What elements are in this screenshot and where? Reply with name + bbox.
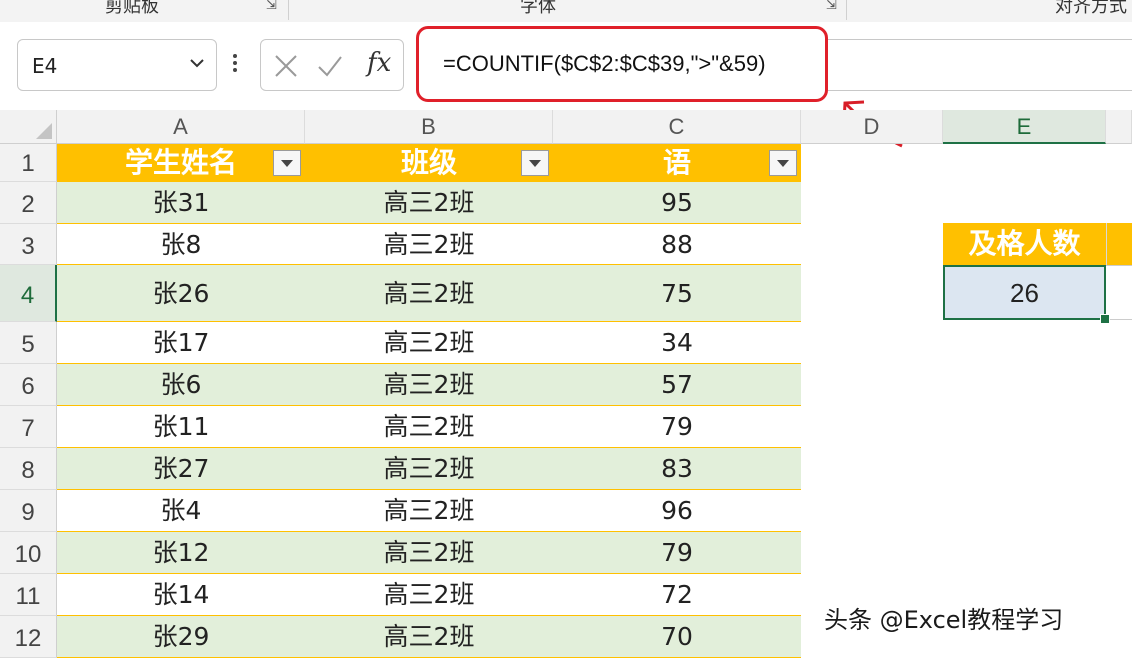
header-cell-student-name[interactable]: 学生姓名 [57,144,305,182]
header-cell-class[interactable]: 班级 [305,144,553,182]
column-header-a[interactable]: A [57,110,305,144]
table-cell-class[interactable]: 高三2班 [305,532,553,574]
summary-header-cell[interactable]: 及格人数 [943,223,1106,265]
dialog-launcher-icon[interactable]: ⇲ [826,0,837,13]
table-cell-class[interactable]: 高三2班 [305,448,553,490]
filter-dropdown-icon[interactable] [769,150,797,176]
column-header-f[interactable] [1106,110,1132,144]
table-cell-class[interactable]: 高三2班 [305,265,553,322]
formula-text: =COUNTIF($C$2:$C$39,">"&59) [443,51,766,76]
table-cell-class[interactable]: 高三2班 [305,224,553,265]
table-cell-name[interactable]: 张14 [57,574,305,616]
table-cell-name[interactable]: 张27 [57,448,305,490]
row-header[interactable]: 4 [0,265,57,322]
ribbon-separator [288,0,289,20]
dialog-launcher-icon[interactable]: ⇲ [266,0,277,13]
name-box-value: E4 [32,54,58,78]
filter-dropdown-icon[interactable] [521,150,549,176]
ribbon-group-font: 字体 [520,0,556,17]
column-header-e[interactable]: E [943,110,1106,144]
row-header[interactable]: 10 [0,532,57,574]
table-cell-name[interactable]: 张8 [57,224,305,265]
formula-buttons: fx [260,39,404,91]
formula-input-highlight[interactable]: =COUNTIF($C$2:$C$39,">"&59) [416,26,828,102]
header-label-chinese: 语 [662,146,691,179]
insert-function-icon[interactable]: fx [367,48,391,78]
table-cell-score[interactable]: 72 [553,574,801,616]
row-header[interactable]: 3 [0,224,57,265]
fill-handle[interactable] [1100,314,1110,324]
x-icon[interactable] [273,53,299,79]
row-header-1[interactable]: 1 [0,144,57,182]
table-cell-class[interactable]: 高三2班 [305,322,553,364]
table-cell-score[interactable]: 34 [553,322,801,364]
column-header-d[interactable]: D [801,110,943,144]
table-cell-name[interactable]: 张12 [57,532,305,574]
row-header[interactable]: 9 [0,490,57,532]
table-cell-name[interactable]: 张26 [57,265,305,322]
table-cell-class[interactable]: 高三2班 [305,182,553,224]
header-label-class: 班级 [400,146,457,179]
summary-value-cell-next[interactable] [1106,265,1132,320]
table-cell-score[interactable]: 88 [553,224,801,265]
more-options-icon[interactable] [232,52,238,76]
table-cell-name[interactable]: 张11 [57,406,305,448]
name-box[interactable]: E4 [17,39,217,91]
table-cell-score[interactable]: 79 [553,406,801,448]
table-cell-class[interactable]: 高三2班 [305,364,553,406]
table-cell-score[interactable]: 96 [553,490,801,532]
summary-value-cell[interactable]: 26 [943,265,1106,320]
watermark: 头条 @Excel教程学习 [824,606,1064,634]
table-cell-name[interactable]: 张4 [57,490,305,532]
row-header[interactable]: 5 [0,322,57,364]
table-cell-score[interactable]: 83 [553,448,801,490]
formula-bar: E4 fx =COUNTIF($C$2:$C$39,">"&59) [0,22,1132,110]
row-header[interactable]: 6 [0,364,57,406]
row-header[interactable]: 2 [0,182,57,224]
row-header[interactable]: 11 [0,574,57,616]
select-all-corner[interactable] [0,110,57,144]
formula-input-border [828,39,1132,91]
ribbon-separator [846,0,847,20]
table-cell-name[interactable]: 张17 [57,322,305,364]
chevron-down-icon[interactable] [188,54,206,72]
ribbon: 剪贴板 ⇲ 字体 ⇲ 对齐方式 [0,0,1132,23]
table-cell-score[interactable]: 79 [553,532,801,574]
filter-dropdown-icon[interactable] [273,150,301,176]
check-icon[interactable] [317,53,343,79]
ribbon-group-clipboard: 剪贴板 [105,0,159,17]
table-cell-class[interactable]: 高三2班 [305,574,553,616]
table-cell-name[interactable]: 张6 [57,364,305,406]
summary-header-cell-next[interactable] [1106,223,1132,265]
table-cell-score[interactable]: 57 [553,364,801,406]
column-header-b[interactable]: B [305,110,553,144]
ribbon-group-alignment: 对齐方式 [1055,0,1127,17]
table-cell-name[interactable]: 张31 [57,182,305,224]
table-cell-class[interactable]: 高三2班 [305,490,553,532]
column-header-c[interactable]: C [553,110,801,144]
table-cell-score[interactable]: 95 [553,182,801,224]
header-label-student-name: 学生姓名 [124,146,237,179]
table-cell-class[interactable]: 高三2班 [305,406,553,448]
row-header[interactable]: 8 [0,448,57,490]
table-cell-score[interactable]: 75 [553,265,801,322]
row-header[interactable]: 7 [0,406,57,448]
header-cell-chinese[interactable]: 语 [553,144,801,182]
